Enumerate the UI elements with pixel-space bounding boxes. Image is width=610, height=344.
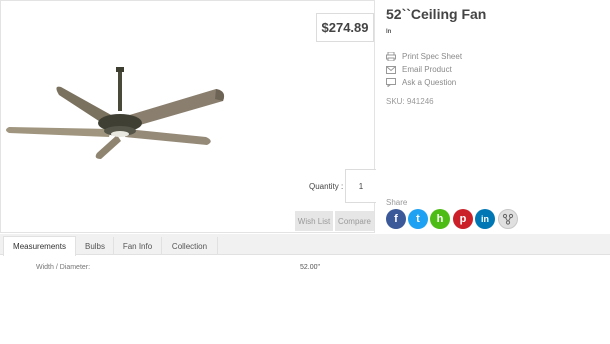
quantity-input[interactable] xyxy=(345,169,376,203)
sku-label: SKU: xyxy=(386,97,405,106)
facebook-share-button[interactable]: f xyxy=(386,209,406,229)
print-spec-sheet-link[interactable]: Print Spec Sheet xyxy=(386,51,462,62)
product-image-panel: $274.89 Quantity : Wish List Compare xyxy=(0,0,376,233)
chat-bubble-icon xyxy=(386,78,396,87)
email-product-label: Email Product xyxy=(402,65,452,74)
compare-button[interactable]: Compare xyxy=(335,211,374,231)
spec-value-width-diameter: 52.00" xyxy=(300,264,321,271)
sku-line: SKU: 941246 xyxy=(386,97,434,106)
linkedin-share-button[interactable]: in xyxy=(475,209,495,229)
twitter-icon: t xyxy=(416,213,420,225)
quantity-label: Quantity : xyxy=(309,182,344,191)
spec-label-width-diameter: Width / Diameter: xyxy=(36,264,91,271)
linkedin-icon: in xyxy=(481,214,489,224)
share-branch-icon xyxy=(502,213,514,225)
tab-fan-info[interactable]: Fan Info xyxy=(114,237,162,255)
price-value: $274.89 xyxy=(321,20,369,35)
ceiling-fan-image[interactable] xyxy=(1,61,241,171)
tab-measurements[interactable]: Measurements xyxy=(3,236,76,256)
product-tabs: Measurements Bulbs Fan Info Collection xyxy=(0,234,610,256)
pinterest-icon: p xyxy=(459,213,467,225)
sku-value: 941246 xyxy=(406,97,434,106)
printer-icon xyxy=(386,52,396,61)
brand-name: In xyxy=(386,29,392,35)
envelope-icon xyxy=(386,65,396,74)
price-badge: $274.89 xyxy=(316,13,374,42)
more-share-button[interactable] xyxy=(498,209,518,229)
email-product-link[interactable]: Email Product xyxy=(386,64,452,75)
houzz-icon: h xyxy=(436,213,444,225)
tab-collection[interactable]: Collection xyxy=(162,237,218,255)
product-title: 52``Ceiling Fan xyxy=(386,6,487,22)
pinterest-share-button[interactable]: p xyxy=(453,209,473,229)
ask-a-question-label: Ask a Question xyxy=(402,78,457,87)
houzz-share-button[interactable]: h xyxy=(430,209,450,229)
facebook-icon: f xyxy=(394,213,398,225)
wish-list-button[interactable]: Wish List xyxy=(295,211,333,231)
share-label: Share xyxy=(386,198,408,207)
ask-a-question-link[interactable]: Ask a Question xyxy=(386,77,456,88)
twitter-share-button[interactable]: t xyxy=(408,209,428,229)
tab-bulbs[interactable]: Bulbs xyxy=(77,237,114,255)
print-spec-sheet-label: Print Spec Sheet xyxy=(402,52,463,61)
